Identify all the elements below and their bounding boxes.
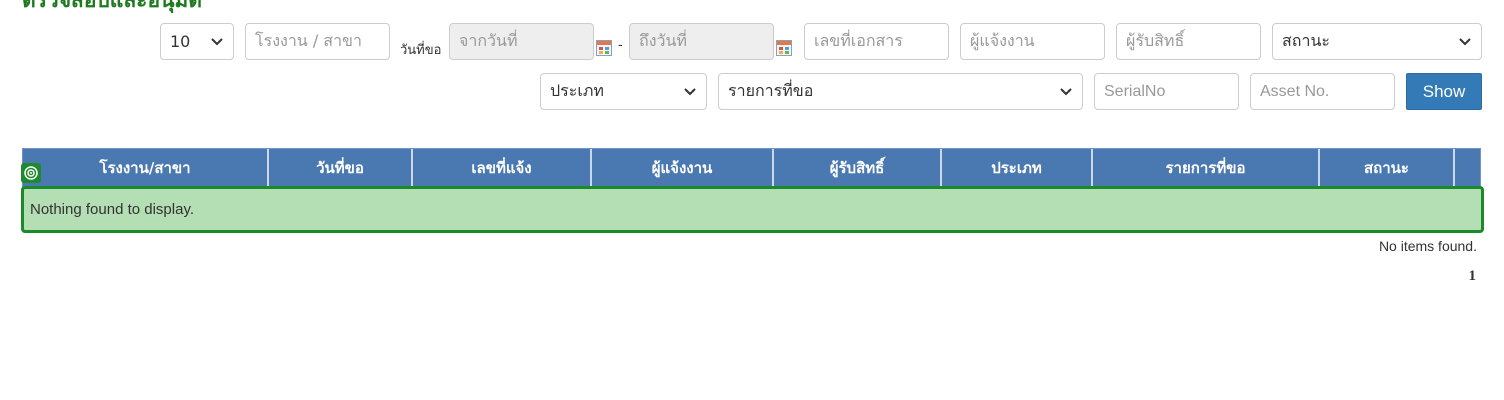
column-header-grantee[interactable]: ผู้รับสิทธิ์ bbox=[774, 149, 942, 187]
show-button[interactable]: Show bbox=[1406, 73, 1482, 110]
type-select[interactable]: ประเภท bbox=[540, 73, 707, 110]
grantee-placeholder: ผู้รับสิทธิ์ bbox=[1126, 31, 1185, 50]
grid-header: โรงงาน/สาขา วันที่ขอ เลขที่แจ้ง ผู้แจ้งง… bbox=[22, 148, 1481, 188]
empty-result-row: Nothing found to display. bbox=[21, 186, 1484, 233]
reporter-input[interactable]: ผู้แจ้งงาน bbox=[960, 23, 1105, 60]
branch-placeholder: โรงงาน / สาขา bbox=[255, 31, 362, 50]
target-icon bbox=[24, 166, 38, 180]
asset-no-input[interactable]: Asset No. bbox=[1250, 73, 1395, 110]
date-from-input[interactable]: จากวันที่ bbox=[449, 23, 594, 60]
doc-no-placeholder: เลขที่เอกสาร bbox=[814, 31, 903, 50]
date-to-placeholder: ถึงวันที่ bbox=[639, 31, 687, 50]
serial-no-placeholder: SerialNo bbox=[1104, 82, 1166, 100]
column-header-item[interactable]: รายการที่ขอ bbox=[1093, 149, 1320, 187]
table-settings-icon[interactable] bbox=[21, 163, 41, 183]
chevron-down-icon bbox=[684, 87, 696, 95]
chevron-down-icon bbox=[1459, 37, 1471, 45]
column-header-request-date[interactable]: วันที่ขอ bbox=[269, 149, 413, 187]
column-header-notice-no[interactable]: เลขที่แจ้ง bbox=[413, 149, 592, 187]
page-size-value: 10 bbox=[170, 32, 191, 51]
date-separator: - bbox=[618, 38, 623, 53]
serial-no-input[interactable]: SerialNo bbox=[1094, 73, 1239, 110]
pagination-current-page[interactable]: 1 bbox=[1469, 268, 1477, 285]
date-to-input[interactable]: ถึงวันที่ bbox=[629, 23, 774, 60]
column-header-status[interactable]: สถานะ bbox=[1320, 149, 1455, 187]
calendar-icon[interactable] bbox=[776, 40, 792, 56]
item-value: รายการที่ขอ bbox=[728, 81, 814, 100]
empty-message: Nothing found to display. bbox=[30, 201, 194, 218]
status-value: สถานะ bbox=[1282, 31, 1330, 50]
column-header-type[interactable]: ประเภท bbox=[942, 149, 1093, 187]
page-title: ตรวจสอบและอนุมัติ bbox=[22, 0, 202, 12]
type-value: ประเภท bbox=[550, 81, 604, 100]
status-select[interactable]: สถานะ bbox=[1272, 23, 1482, 60]
grid-footer-message: No items found. bbox=[1378, 238, 1477, 254]
grantee-input[interactable]: ผู้รับสิทธิ์ bbox=[1116, 23, 1261, 60]
date-from-placeholder: จากวันที่ bbox=[459, 31, 518, 50]
page-size-select[interactable]: 10 bbox=[160, 23, 234, 60]
chevron-down-icon bbox=[1060, 87, 1072, 95]
column-header-reporter[interactable]: ผู้แจ้งงาน bbox=[592, 149, 774, 187]
chevron-down-icon bbox=[211, 37, 223, 45]
reporter-placeholder: ผู้แจ้งงาน bbox=[970, 31, 1035, 50]
item-select[interactable]: รายการที่ขอ bbox=[718, 73, 1083, 110]
column-header-branch[interactable]: โรงงาน/สาขา bbox=[23, 149, 269, 187]
branch-input[interactable]: โรงงาน / สาขา bbox=[245, 23, 390, 60]
asset-no-placeholder: Asset No. bbox=[1260, 82, 1330, 100]
calendar-icon[interactable] bbox=[596, 40, 612, 56]
request-date-label: วันที่ขอ bbox=[400, 43, 442, 58]
doc-no-input[interactable]: เลขที่เอกสาร bbox=[804, 23, 949, 60]
